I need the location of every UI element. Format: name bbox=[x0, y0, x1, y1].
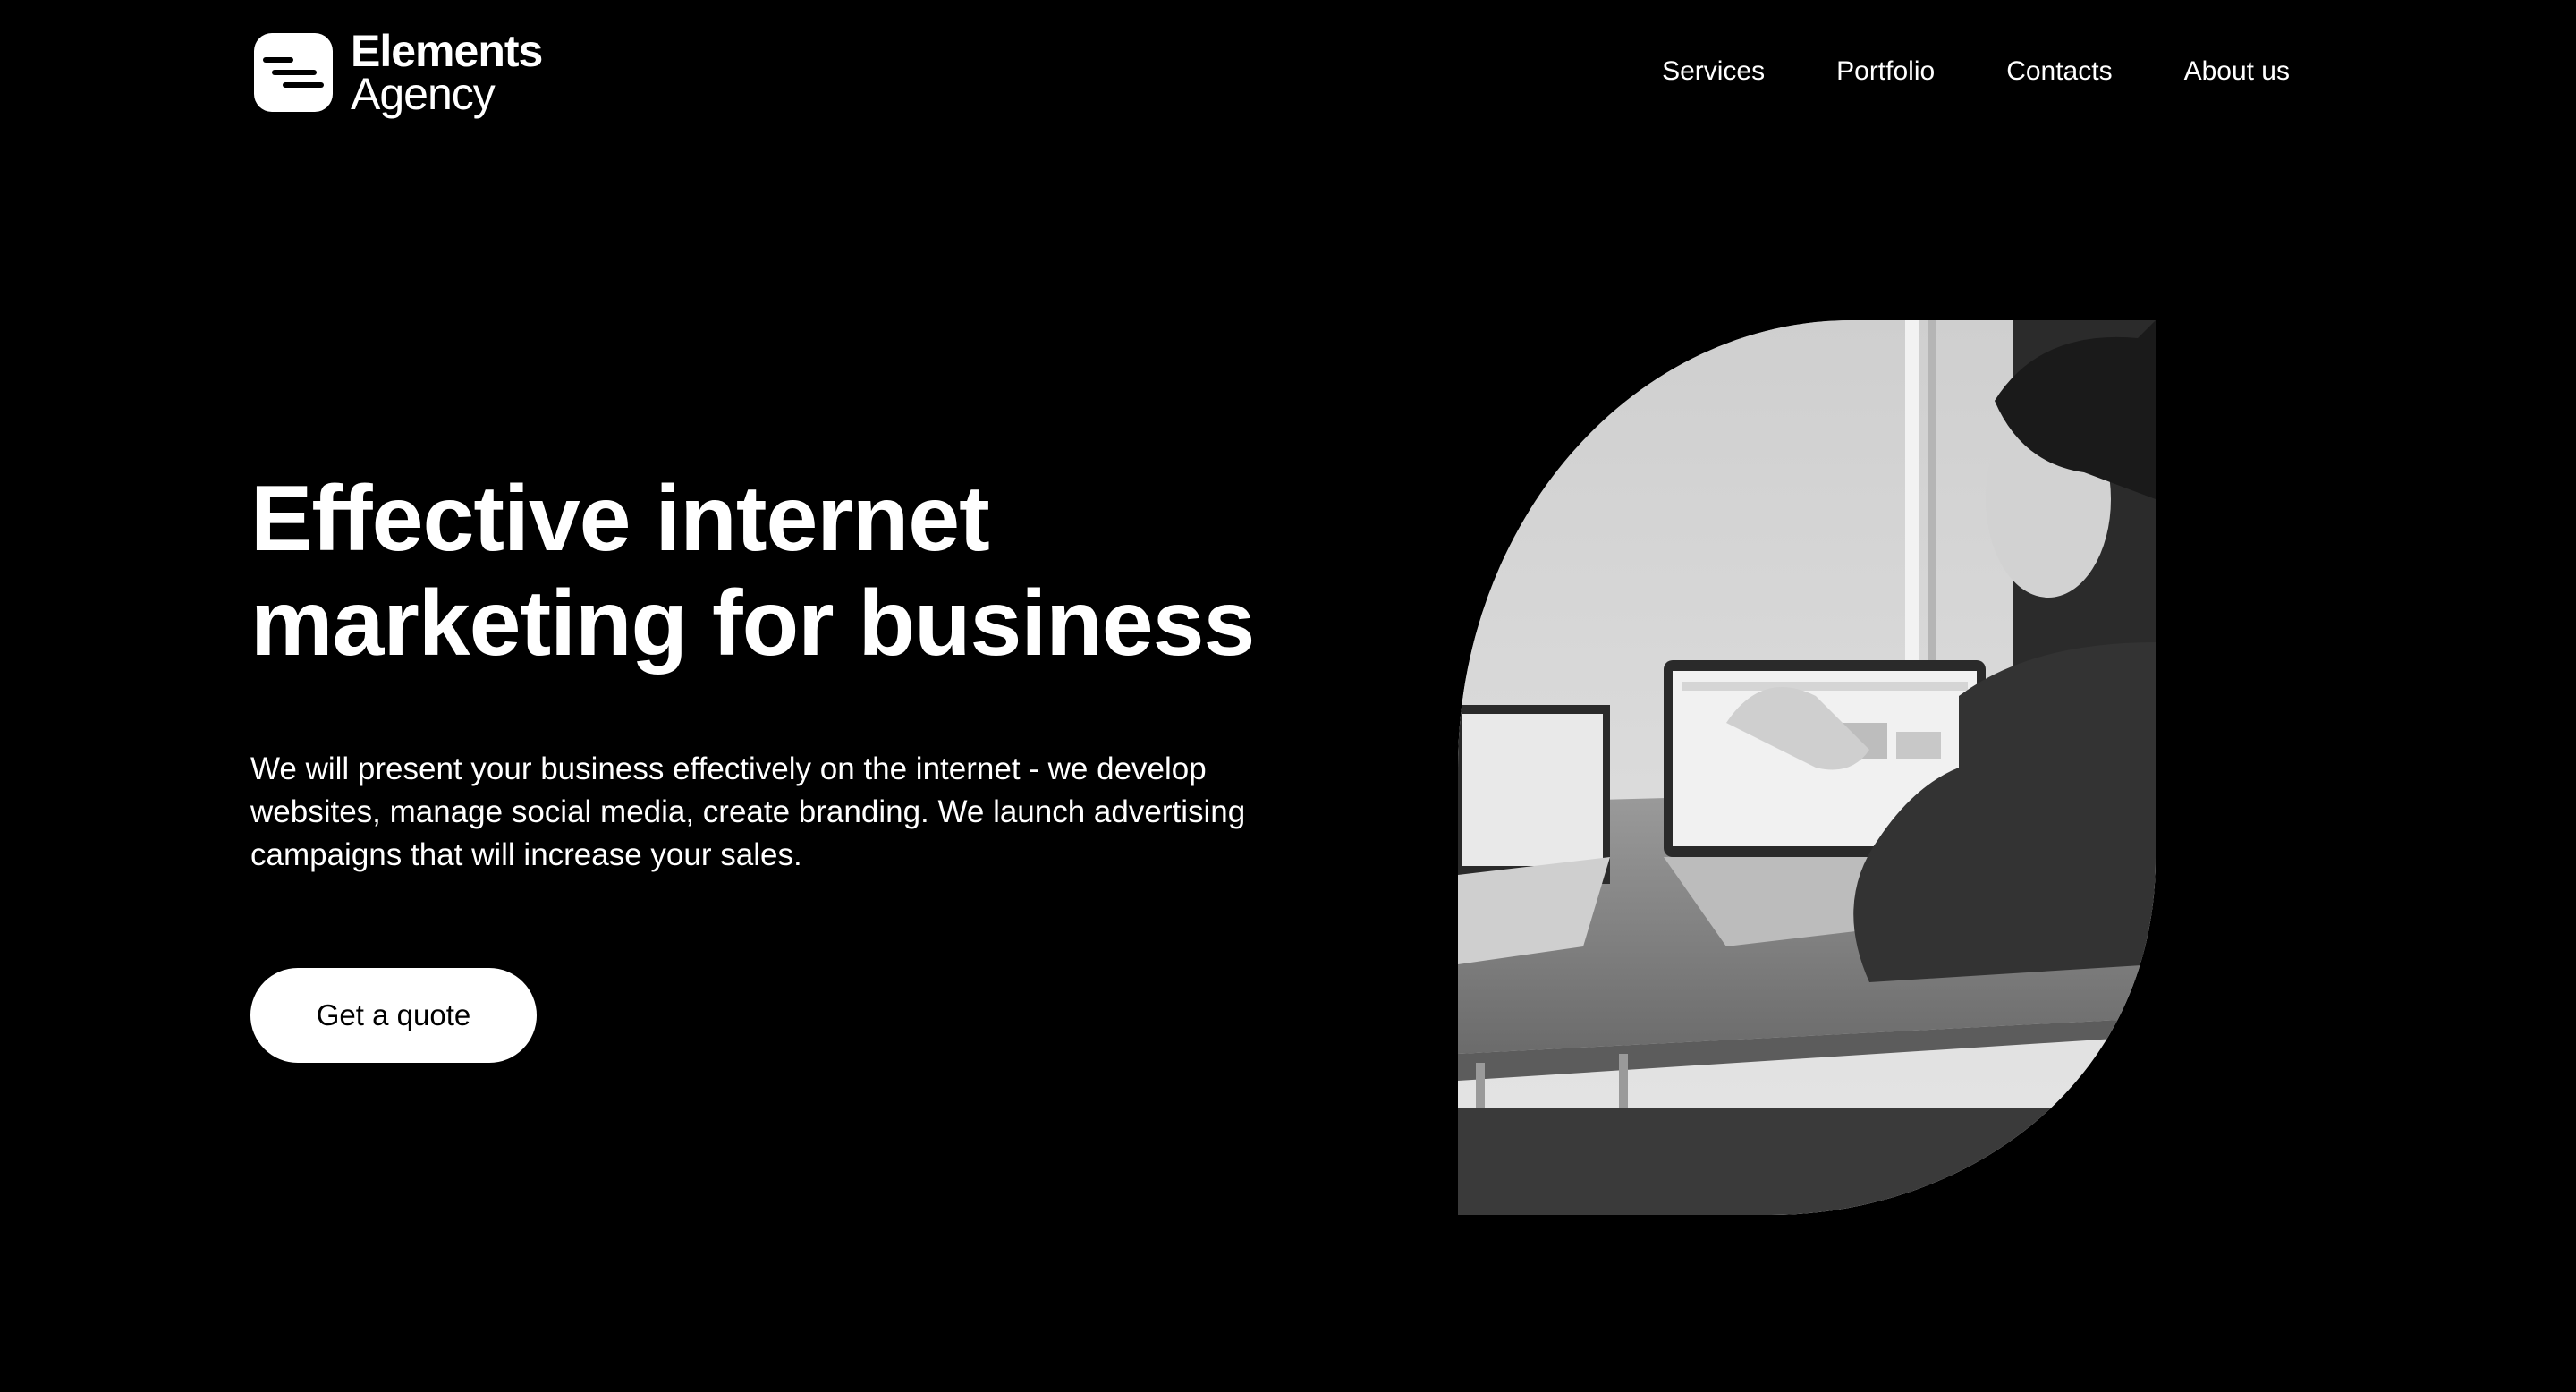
landing-page: Elements Agency Services Portfolio Conta… bbox=[0, 0, 2576, 1392]
logo-line-2: Agency bbox=[351, 69, 496, 119]
nav-link-services[interactable]: Services bbox=[1662, 52, 1765, 91]
nav-link-portfolio[interactable]: Portfolio bbox=[1836, 52, 1935, 91]
main-nav: Services Portfolio Contacts About us bbox=[1662, 52, 2290, 91]
hero-photo bbox=[1458, 320, 2156, 1215]
logo-link[interactable]: Elements Agency bbox=[254, 26, 543, 119]
elements-logo-icon bbox=[254, 33, 333, 112]
hero-title-line-1: Effective internet bbox=[250, 467, 990, 571]
hero-title: Effective internet marketing for busines… bbox=[250, 467, 1413, 676]
get-a-quote-button[interactable]: Get a quote bbox=[250, 968, 537, 1063]
hero-description: We will present your business effectivel… bbox=[250, 751, 1246, 872]
nav-link-about-us[interactable]: About us bbox=[2184, 52, 2290, 91]
logo-text: Elements Agency bbox=[351, 26, 543, 119]
man-with-laptops-photo bbox=[1458, 320, 2156, 1215]
hero-title-line-2: marketing for business bbox=[250, 572, 1255, 675]
logo-line-1: Elements bbox=[351, 26, 543, 76]
nav-link-contacts[interactable]: Contacts bbox=[2006, 52, 2112, 91]
